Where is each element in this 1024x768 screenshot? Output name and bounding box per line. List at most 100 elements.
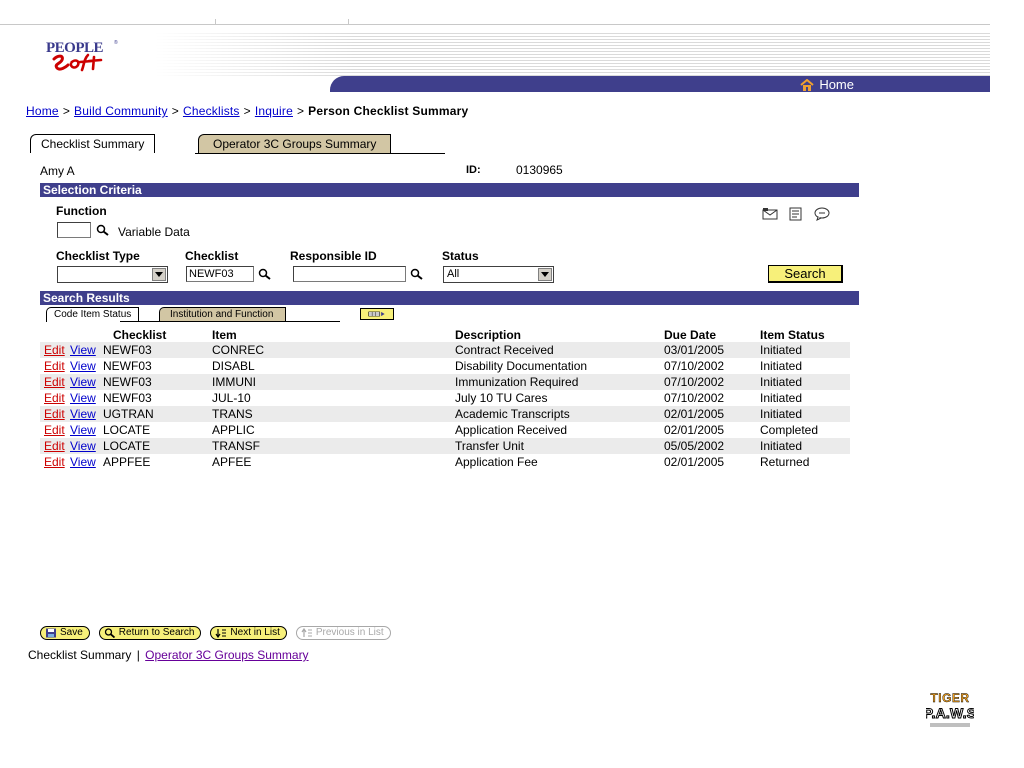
cell-checklist: UGTRAN: [103, 406, 212, 422]
responsible-id-label: Responsible ID: [290, 249, 377, 263]
responsible-id-lookup-button[interactable]: [409, 267, 425, 281]
return-to-search-button[interactable]: Return to Search: [98, 626, 202, 640]
view-link[interactable]: View: [70, 359, 96, 373]
table-row: Edit View NEWF03 DISABL Disability Docum…: [40, 358, 850, 374]
person-name: Amy A: [40, 164, 75, 178]
edit-link[interactable]: Edit: [44, 343, 65, 357]
function-label: Function: [56, 204, 107, 218]
peoplesoft-logo: PEOPLE ®: [46, 39, 118, 72]
home-link-label: Home: [819, 77, 854, 92]
breadcrumb-inquire[interactable]: Inquire: [255, 104, 293, 118]
cell-checklist: LOCATE: [103, 438, 212, 454]
page-toolbar: [762, 207, 830, 221]
table-row: Edit View LOCATE APPLIC Application Rece…: [40, 422, 850, 438]
cell-due-date: 05/05/2002: [664, 438, 760, 454]
view-link[interactable]: View: [70, 407, 96, 421]
column-header-checklist: Checklist: [113, 327, 167, 342]
cell-checklist: NEWF03: [103, 390, 212, 406]
column-header-view: [70, 327, 103, 342]
tiger-paws-logo-line1: TIGER: [930, 691, 969, 705]
page-tabs: Checklist Summary Operator 3C Groups Sum…: [26, 134, 446, 154]
responsible-id-input[interactable]: [293, 266, 406, 282]
save-button[interactable]: Save: [40, 626, 90, 640]
home-icon: [800, 78, 814, 91]
search-icon: [104, 628, 115, 638]
checklist-input[interactable]: NEWF03: [186, 266, 254, 282]
view-link[interactable]: View: [70, 343, 96, 357]
status-label: Status: [442, 249, 479, 263]
cell-item: CONREC: [212, 342, 455, 358]
cell-checklist: NEWF03: [103, 358, 212, 374]
cell-description: Academic Transcripts: [455, 406, 664, 422]
svg-text:PEOPLE: PEOPLE: [46, 40, 104, 56]
table-row: Edit View APPFEE APFEE Application Fee 0…: [40, 454, 850, 470]
breadcrumb-separator: >: [171, 104, 179, 118]
edit-link[interactable]: Edit: [44, 375, 65, 389]
svg-text:®: ®: [114, 39, 118, 46]
view-link[interactable]: View: [70, 455, 96, 469]
cell-item-status: Completed: [760, 422, 850, 438]
chevron-down-icon: [538, 268, 552, 281]
tab-checklist-summary[interactable]: Checklist Summary: [30, 134, 156, 153]
edit-link[interactable]: Edit: [44, 359, 65, 373]
return-to-search-label: Return to Search: [118, 627, 195, 638]
footer-operator-3c-groups-summary-link[interactable]: Operator 3C Groups Summary: [145, 648, 308, 662]
cell-item: TRANS: [212, 406, 455, 422]
column-header-edit: [40, 327, 70, 342]
function-input[interactable]: [57, 222, 91, 238]
cell-item: TRANSF: [212, 438, 455, 454]
show-all-columns-button[interactable]: [360, 308, 394, 320]
table-header-row: Checklist Item Description Due Date Item…: [40, 327, 850, 342]
previous-in-list-button: Previous in List: [295, 626, 391, 640]
footer-links: Checklist Summary | Operator 3C Groups S…: [28, 648, 309, 662]
breadcrumb-build-community[interactable]: Build Community: [74, 104, 168, 118]
checklist-type-select[interactable]: [57, 266, 168, 283]
cell-due-date: 02/01/2005: [664, 422, 760, 438]
top-divider-tick: [348, 19, 349, 24]
status-select[interactable]: All: [443, 266, 554, 283]
footer-separator: |: [136, 648, 140, 662]
breadcrumb-home[interactable]: Home: [26, 104, 59, 118]
cell-checklist: LOCATE: [103, 422, 212, 438]
edit-link[interactable]: Edit: [44, 391, 65, 405]
breadcrumb-separator: >: [62, 104, 71, 118]
cell-item: APPLIC: [212, 422, 455, 438]
cell-description: Transfer Unit: [455, 438, 664, 454]
top-divider: [0, 24, 990, 25]
header-banner-fade: [155, 31, 355, 77]
tab-institution-and-function[interactable]: Institution and Function: [159, 307, 287, 322]
edit-link[interactable]: Edit: [44, 407, 65, 421]
cell-item-status: Initiated: [760, 374, 850, 390]
view-link[interactable]: View: [70, 375, 96, 389]
table-row: Edit View NEWF03 IMMUNI Immunization Req…: [40, 374, 850, 390]
view-link[interactable]: View: [70, 423, 96, 437]
home-link[interactable]: Home: [800, 77, 854, 92]
cell-due-date: 07/10/2002: [664, 374, 760, 390]
edit-link[interactable]: Edit: [44, 439, 65, 453]
cell-item-status: Initiated: [760, 406, 850, 422]
tab-operator-3c-groups-summary[interactable]: Operator 3C Groups Summary: [198, 134, 392, 153]
mail-icon[interactable]: [762, 207, 778, 221]
notes-icon[interactable]: [788, 207, 804, 221]
chat-icon[interactable]: [814, 207, 830, 221]
next-in-list-button[interactable]: Next in List: [210, 626, 287, 640]
view-link[interactable]: View: [70, 439, 96, 453]
search-results-header: Search Results: [40, 291, 859, 305]
cell-item: APFEE: [212, 454, 455, 470]
edit-link[interactable]: Edit: [44, 423, 65, 437]
cell-item-status: Initiated: [760, 438, 850, 454]
cell-due-date: 07/10/2002: [664, 358, 760, 374]
breadcrumb-separator: >: [296, 104, 305, 118]
cell-description: Application Received: [455, 422, 664, 438]
id-label: ID:: [466, 164, 481, 176]
chevron-down-icon: [152, 268, 166, 281]
checklist-lookup-button[interactable]: [257, 267, 273, 281]
magnifier-icon: [96, 224, 109, 236]
breadcrumb-checklists[interactable]: Checklists: [183, 104, 240, 118]
search-button[interactable]: Search: [768, 265, 843, 283]
edit-link[interactable]: Edit: [44, 455, 65, 469]
view-link[interactable]: View: [70, 391, 96, 405]
tab-code-item-status[interactable]: Code Item Status: [46, 307, 140, 322]
function-lookup-button[interactable]: [95, 223, 111, 237]
breadcrumb: Home > Build Community > Checklists > Inquire >…: [26, 104, 468, 118]
